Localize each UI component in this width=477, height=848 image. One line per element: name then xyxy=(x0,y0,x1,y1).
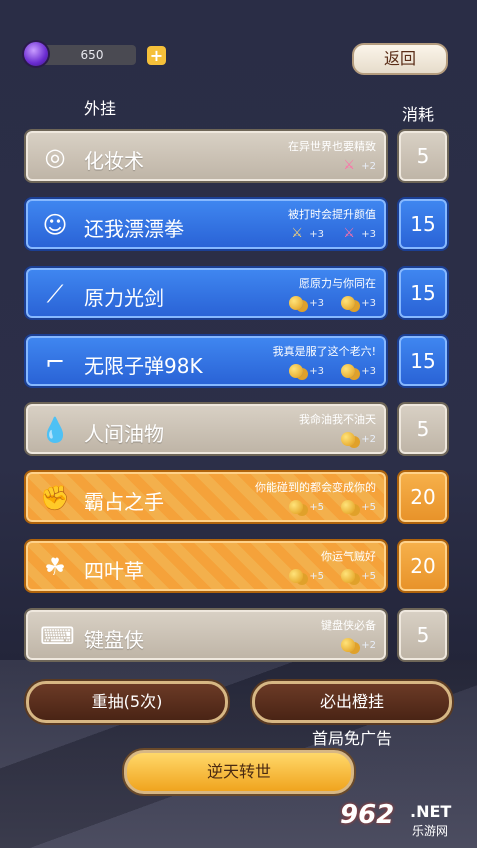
bonus-stat: +5 xyxy=(341,500,376,518)
coins-icon xyxy=(341,569,356,583)
plugin-name: 四叶草 xyxy=(84,559,144,583)
bonus-value: +2 xyxy=(361,640,376,651)
plugin-name: 原力光剑 xyxy=(84,286,164,310)
plugin-row[interactable]: 💧 人间油物 我命油我不油天 +2 xyxy=(26,404,386,454)
plugin-name: 无限子弹98K xyxy=(84,354,203,378)
bonus-value: +5 xyxy=(309,502,324,513)
plugin-description: 键盘侠必备 xyxy=(321,619,376,632)
plugin-row[interactable]: ⌨ 键盘侠 键盘侠必备 +2 xyxy=(26,610,386,660)
watermark-site: 乐游网 xyxy=(412,824,449,838)
coins-icon xyxy=(289,569,304,583)
bonus-stat: +5 xyxy=(341,569,376,587)
plugin-cost: 5 xyxy=(399,610,447,660)
plugin-description: 被打时会提升颜值 xyxy=(288,208,376,221)
plugin-name: 化妆术 xyxy=(84,149,144,173)
bonus-stat: +3 xyxy=(289,364,324,382)
bonus-stat: ⚔ +2 xyxy=(343,159,376,177)
keyboard-icon: ⌨ xyxy=(40,622,75,650)
bonus-stat: +3 xyxy=(341,364,376,382)
plugin-name: 人间油物 xyxy=(84,422,164,446)
watermark-number: 962 xyxy=(340,800,395,830)
makeup-compact-icon: ◎ xyxy=(44,143,66,171)
bonus-stat: +2 xyxy=(341,432,376,450)
face-icon: ☺ xyxy=(42,211,68,239)
plugin-name: 还我漂漂拳 xyxy=(84,217,184,241)
plugin-row[interactable]: ✊ 霸占之手 你能碰到的都会变成你的 +5 +5 xyxy=(26,472,386,522)
crossed-swords-pink-icon: ⚔ xyxy=(343,158,355,173)
plugin-description: 你能碰到的都会变成你的 xyxy=(255,481,376,494)
header-plugins: 外挂 xyxy=(84,99,117,118)
bonus-value: +5 xyxy=(361,571,376,582)
crossed-swords-icon: ⚔ xyxy=(291,226,303,241)
plugin-name: 键盘侠 xyxy=(84,628,144,652)
watermark-logo: 962 .NET 乐游网 xyxy=(340,800,472,842)
bonus-stat: +3 xyxy=(289,296,324,314)
bonus-stat: +2 xyxy=(341,638,376,656)
rebirth-button[interactable]: 逆天转世 xyxy=(124,750,354,794)
coins-icon xyxy=(341,364,356,378)
plugin-cost: 20 xyxy=(399,541,447,591)
bonus-value: +3 xyxy=(361,229,376,240)
plugin-description: 在异世界也要精致 xyxy=(288,140,376,153)
bonus-value: +2 xyxy=(361,161,376,172)
guarantee-orange-button[interactable]: 必出橙挂 xyxy=(252,681,452,723)
plugin-row[interactable]: ⌐ 无限子弹98K 我真是服了这个老六! +3 +3 xyxy=(26,336,386,386)
clover-icon: ☘ xyxy=(44,553,66,581)
coins-icon xyxy=(341,432,356,446)
plugin-row[interactable]: ◎ 化妆术 在异世界也要精致 ⚔ +2 xyxy=(26,131,386,181)
plugin-cost: 5 xyxy=(399,131,447,181)
bonus-stat: +5 xyxy=(289,569,324,587)
gem-icon xyxy=(24,42,48,66)
plugin-cost: 15 xyxy=(399,336,447,386)
bonus-value: +3 xyxy=(309,229,324,240)
bonus-value: +3 xyxy=(361,366,376,377)
bonus-stat: +5 xyxy=(289,500,324,518)
watermark-net: .NET xyxy=(410,802,452,821)
bonus-stat: ⚔ +3 xyxy=(343,227,376,245)
plugin-name: 霸占之手 xyxy=(84,490,164,514)
coins-icon xyxy=(341,638,356,652)
fist-icon: ✊ xyxy=(40,484,70,512)
plugin-row[interactable]: ☘ 四叶草 你运气贼好 +5 +5 xyxy=(26,541,386,591)
plugin-row[interactable]: ⟋ 原力光剑 愿原力与你同在 +3 +3 xyxy=(26,268,386,318)
coins-icon xyxy=(289,296,304,310)
plugin-description: 你运气贼好 xyxy=(321,550,376,563)
coins-icon xyxy=(289,500,304,514)
bonus-value: +5 xyxy=(361,502,376,513)
plugin-description: 愿原力与你同在 xyxy=(299,277,376,290)
oil-drop-icon: 💧 xyxy=(40,416,70,444)
bonus-stat: +3 xyxy=(341,296,376,314)
crossed-swords-pink-icon: ⚔ xyxy=(343,226,355,241)
coins-icon xyxy=(289,364,304,378)
bonus-value: +3 xyxy=(309,298,324,309)
rifle-icon: ⌐ xyxy=(44,348,66,376)
gem-count: 650 xyxy=(80,48,104,62)
coins-icon xyxy=(341,500,356,514)
add-gems-button[interactable]: + xyxy=(147,46,166,65)
bonus-value: +5 xyxy=(309,571,324,582)
bonus-value: +3 xyxy=(309,366,324,377)
plugin-cost: 5 xyxy=(399,404,447,454)
free-ad-label: 首局免广告 xyxy=(312,729,393,748)
reroll-button[interactable]: 重抽(5次) xyxy=(26,681,228,723)
plugin-cost: 20 xyxy=(399,472,447,522)
plugin-description: 我真是服了这个老六! xyxy=(272,345,376,358)
header-cost: 消耗 xyxy=(402,105,435,124)
back-button[interactable]: 返回 xyxy=(352,43,448,75)
bonus-value: +2 xyxy=(361,434,376,445)
bonus-stat: ⚔ +3 xyxy=(291,227,324,245)
plugin-cost: 15 xyxy=(399,268,447,318)
plugin-cost: 15 xyxy=(399,199,447,249)
bonus-value: +3 xyxy=(361,298,376,309)
lightsaber-icon: ⟋ xyxy=(46,280,64,308)
plugin-description: 我命油我不油天 xyxy=(299,413,376,426)
plugin-row[interactable]: ☺ 还我漂漂拳 被打时会提升颜值 ⚔ +3 ⚔ +3 xyxy=(26,199,386,249)
coins-icon xyxy=(341,296,356,310)
